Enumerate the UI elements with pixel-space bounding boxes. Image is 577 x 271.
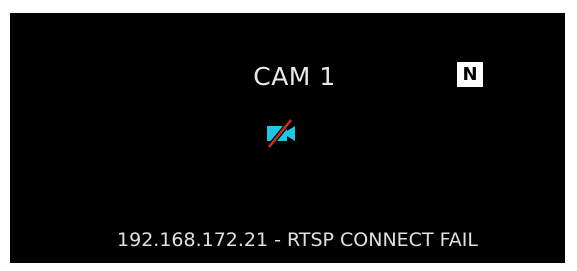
video-off-icon [267, 118, 295, 149]
channel-badge: N [457, 62, 483, 87]
camera-tile[interactable]: CAM 1 N 192.168.172.21 - RTSP CONNECT FA… [10, 13, 565, 263]
connection-status-text: 192.168.172.21 - RTSP CONNECT FAIL [117, 229, 478, 251]
